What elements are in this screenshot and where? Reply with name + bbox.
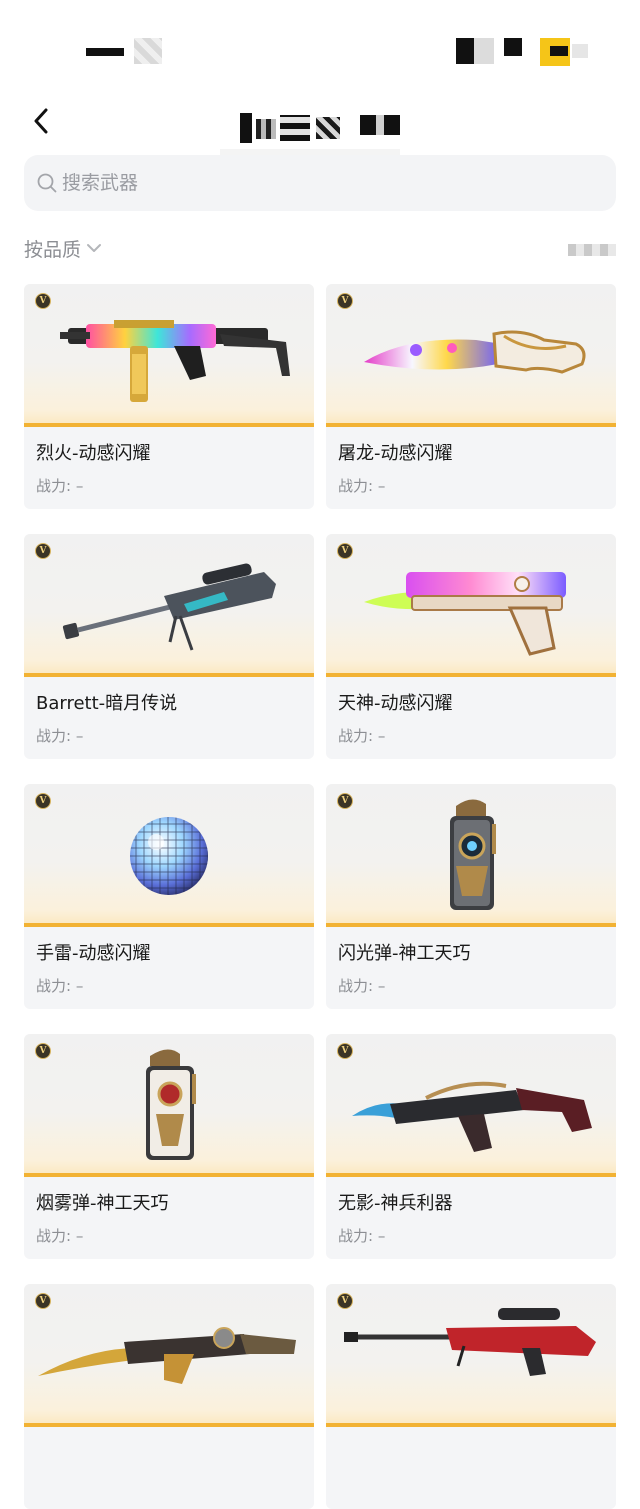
search-input[interactable] xyxy=(62,163,582,203)
weapon-power: 战力: – xyxy=(338,477,386,495)
filter-row: 按品质 xyxy=(24,230,616,266)
flashbang-icon xyxy=(450,799,496,910)
page-title-redacted xyxy=(220,105,400,161)
quality-filter-dropdown[interactable]: 按品质 xyxy=(24,230,103,266)
chevron-left-icon xyxy=(34,108,48,134)
status-blur-a xyxy=(134,38,162,64)
weapon-grid: V 烈火-动感闪耀 战力: – V 屠龙-动感闪耀 战力: – V Barret… xyxy=(24,284,616,1509)
search-icon xyxy=(37,173,57,193)
weapon-image: V xyxy=(24,1284,314,1427)
quality-filter-label: 按品质 xyxy=(24,238,82,261)
weapon-power: 战力: – xyxy=(36,727,84,745)
weapon-name: 手雷-动感闪耀 xyxy=(36,943,151,964)
weapon-card[interactable]: V 天神-动感闪耀 战力: – xyxy=(326,534,616,759)
chevron-down-icon xyxy=(87,244,102,252)
filter-right-redacted xyxy=(568,244,616,256)
weapon-name: 烈火-动感闪耀 xyxy=(36,443,151,464)
weapon-image: V xyxy=(326,1034,616,1177)
weapon-name: 天神-动感闪耀 xyxy=(338,693,453,714)
nav-bar xyxy=(0,95,640,155)
weapon-power: 战力: – xyxy=(338,727,386,745)
weapon-power: 战力: – xyxy=(36,977,84,995)
weapon-power: 战力: – xyxy=(36,477,84,495)
assault-rifle-icon xyxy=(352,1081,592,1152)
weapon-image: V xyxy=(24,1034,314,1177)
weapon-card[interactable]: V xyxy=(326,1284,616,1509)
golden-rifle-icon xyxy=(38,1327,296,1384)
weapon-name: 屠龙-动感闪耀 xyxy=(338,443,453,464)
status-blur-b xyxy=(456,38,494,64)
status-blur-c xyxy=(572,44,588,58)
weapon-image: V xyxy=(326,534,616,677)
status-time-redacted xyxy=(86,48,124,56)
weapon-image: V xyxy=(24,784,314,927)
weapon-image: V xyxy=(24,534,314,677)
weapon-image: V xyxy=(326,1284,616,1427)
status-signal-redacted xyxy=(504,38,522,56)
weapon-card[interactable]: V 手雷-动感闪耀 战力: – xyxy=(24,784,314,1009)
smoke-grenade-icon xyxy=(146,1049,196,1160)
weapon-card[interactable]: V 闪光弹-神工天巧 战力: – xyxy=(326,784,616,1009)
battery-level-redacted xyxy=(550,46,568,56)
weapon-card[interactable]: V Barrett-暗月传说 战力: – xyxy=(24,534,314,759)
weapon-image: V xyxy=(326,784,616,927)
weapon-name: 烟雾弹-神工天巧 xyxy=(36,1193,169,1214)
weapon-card[interactable]: V 屠龙-动感闪耀 战力: – xyxy=(326,284,616,509)
status-bar xyxy=(0,0,640,90)
red-sniper-icon xyxy=(344,1308,596,1376)
weapon-image: V xyxy=(24,284,314,427)
weapon-power: 战力: – xyxy=(36,1227,84,1245)
knife-icon xyxy=(364,330,586,374)
weapon-name: 无影-神兵利器 xyxy=(338,1193,453,1214)
disco-grenade-icon xyxy=(130,817,208,895)
weapon-card[interactable]: V 无影-神兵利器 战力: – xyxy=(326,1034,616,1259)
weapon-image: V xyxy=(326,284,616,427)
pistol-icon xyxy=(364,572,566,656)
weapon-power: 战力: – xyxy=(338,977,386,995)
search-box xyxy=(24,155,616,211)
smg-icon xyxy=(60,320,290,402)
weapon-name: Barrett-暗月传说 xyxy=(36,693,178,714)
weapon-power: 战力: – xyxy=(338,1227,386,1245)
weapon-name: 闪光弹-神工天巧 xyxy=(338,943,471,964)
weapon-card[interactable]: V 烟雾弹-神工天巧 战力: – xyxy=(24,1034,314,1259)
weapon-card[interactable]: V xyxy=(24,1284,314,1509)
sniper-rifle-icon xyxy=(62,563,276,651)
back-button[interactable] xyxy=(24,101,58,141)
weapon-card[interactable]: V 烈火-动感闪耀 战力: – xyxy=(24,284,314,509)
